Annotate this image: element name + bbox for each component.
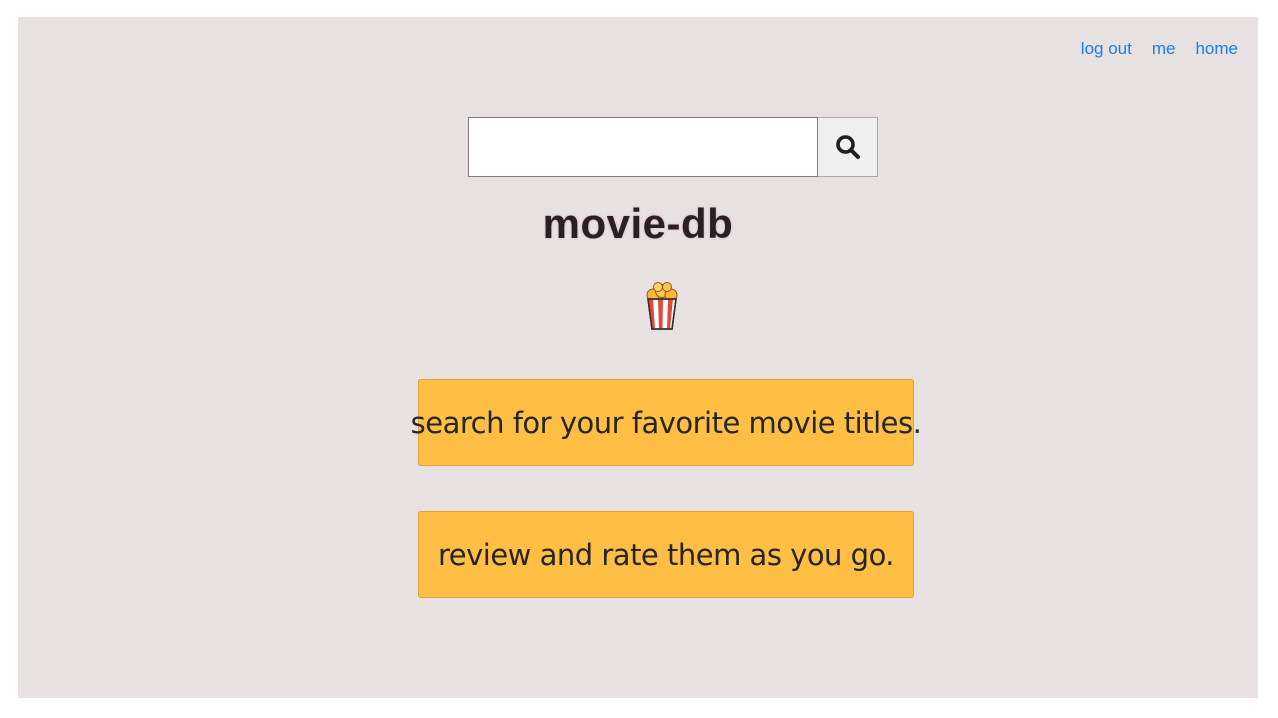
search-input[interactable] (468, 117, 818, 177)
search-bar (468, 117, 878, 177)
search-icon (835, 135, 860, 159)
page-title: movie-db (542, 200, 734, 247)
nav-logout-link[interactable]: log out (1081, 39, 1132, 59)
popcorn-icon (646, 282, 678, 330)
top-nav: log out me home (1081, 39, 1238, 59)
page-container: log out me home movie-db search for your… (18, 17, 1258, 698)
feature-card-search: search for your favorite movie titles. (411, 379, 922, 466)
search-button[interactable] (818, 117, 878, 177)
feature-card-review: review and rate them as you go. (418, 511, 914, 598)
nav-home-link[interactable]: home (1195, 39, 1238, 59)
nav-me-link[interactable]: me (1152, 39, 1176, 59)
